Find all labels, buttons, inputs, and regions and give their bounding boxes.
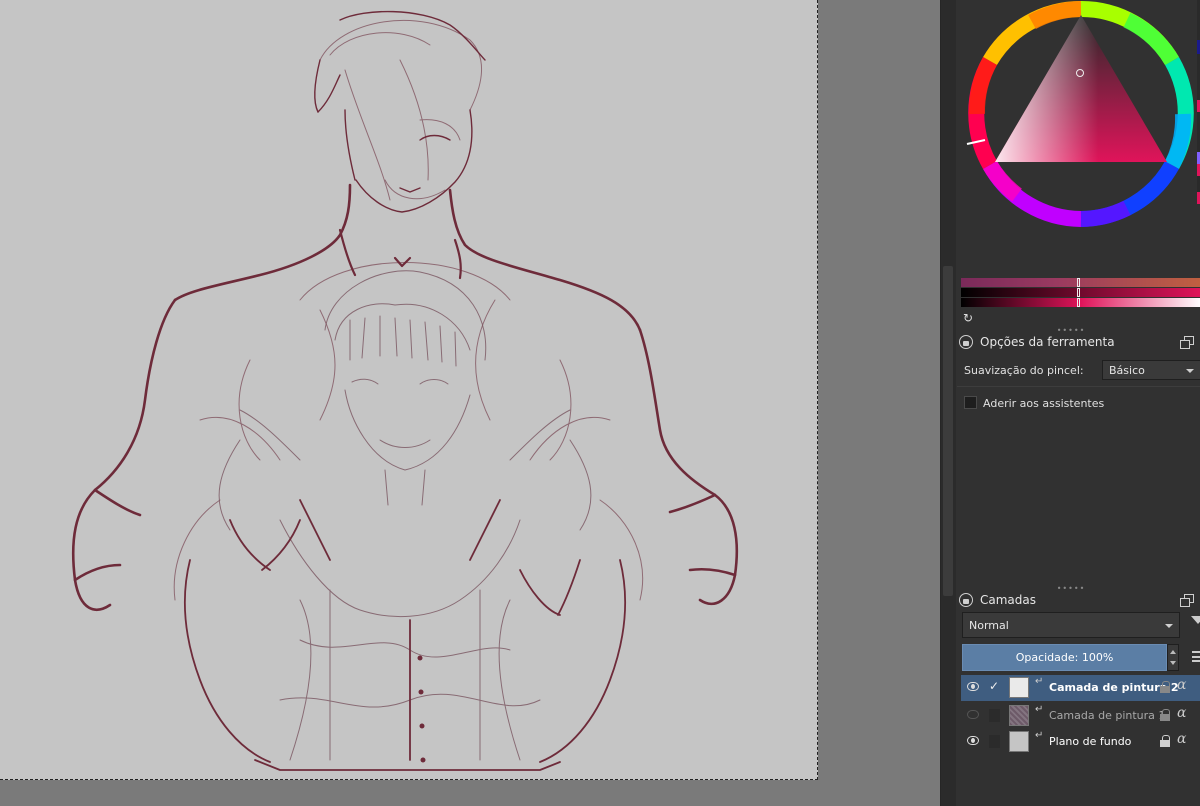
- hue-slider[interactable]: [961, 278, 1200, 287]
- layer-thumbnail: [1009, 731, 1029, 752]
- padlock-icon[interactable]: [1160, 735, 1170, 747]
- opacity-value: 100%: [1081, 651, 1114, 664]
- chevron-down-icon: [1165, 624, 1173, 628]
- eye-icon[interactable]: [967, 682, 979, 691]
- blend-mode-select[interactable]: Normal: [962, 612, 1180, 638]
- inherit-alpha-icon: ↵: [1035, 730, 1044, 741]
- lock-icon[interactable]: [959, 593, 973, 607]
- opacity-spinbox[interactable]: [1167, 644, 1179, 671]
- layers-title: Camadas: [980, 593, 1036, 607]
- inherit-alpha-icon: ↵: [1035, 704, 1044, 715]
- chevron-down-icon: [1186, 369, 1194, 373]
- layer-thumbnail: [1009, 677, 1029, 698]
- layer-row[interactable]: ↵ Plano de fundo α: [961, 729, 1200, 755]
- color-selector-panel: ↻: [957, 0, 1200, 328]
- tool-options-title: Opções da ferramenta: [980, 335, 1115, 349]
- layers-header: Camadas: [959, 591, 1036, 609]
- layer-row[interactable]: ✓ ↵ Camada de pintura 2 α: [961, 675, 1200, 701]
- alpha-icon[interactable]: α: [1177, 677, 1186, 693]
- opacity-slider[interactable]: Opacidade: 100%: [962, 644, 1167, 671]
- check-icon[interactable]: ✓: [989, 679, 1001, 695]
- eye-icon[interactable]: [967, 736, 979, 745]
- menu-icon[interactable]: [1192, 651, 1200, 662]
- color-wheel[interactable]: [957, 0, 1197, 270]
- float-icon[interactable]: [1180, 336, 1194, 349]
- lock-icon[interactable]: [959, 335, 973, 349]
- sketch-artwork: [71, 10, 739, 771]
- layer-row[interactable]: ↵ Camada de pintura 1 α: [961, 703, 1200, 729]
- canvas-area[interactable]: [0, 0, 940, 806]
- alpha-icon[interactable]: α: [1177, 705, 1186, 721]
- layer-thumbnail: [1009, 705, 1029, 726]
- docker-panel: ↻ ••••• Opções da ferramenta Suavização …: [940, 0, 1200, 806]
- brush-smoothing-label: Suavização do pincel:: [964, 364, 1084, 377]
- tool-options-header: Opções da ferramenta: [959, 333, 1115, 351]
- filter-icon[interactable]: [1191, 616, 1200, 624]
- check-icon[interactable]: [989, 735, 1000, 748]
- layer-name: Camada de pintura 1: [1049, 709, 1166, 722]
- canvas-document[interactable]: [0, 0, 818, 780]
- docker-scrollbar[interactable]: [941, 0, 956, 806]
- layer-name: Plano de fundo: [1049, 735, 1132, 748]
- float-icon[interactable]: [1180, 594, 1194, 607]
- divider: [957, 386, 1200, 387]
- reset-icon[interactable]: ↻: [963, 312, 975, 324]
- opacity-label: Opacidade:: [1015, 651, 1079, 664]
- blend-mode-value: Normal: [969, 618, 1009, 632]
- krita-window: ↻ ••••• Opções da ferramenta Suavização …: [0, 0, 1200, 806]
- inherit-alpha-icon: ↵: [1035, 676, 1044, 687]
- snap-assistants-label: Aderir aos assistentes: [983, 397, 1105, 410]
- value-slider[interactable]: [961, 298, 1200, 307]
- padlock-icon[interactable]: [1160, 709, 1170, 721]
- snap-assistants-checkbox[interactable]: [964, 396, 977, 409]
- brush-smoothing-select[interactable]: Básico: [1102, 360, 1200, 380]
- saturation-slider[interactable]: [961, 288, 1200, 297]
- brush-smoothing-value: Básico: [1109, 363, 1145, 377]
- docker-scrollbar-thumb[interactable]: [943, 266, 953, 596]
- padlock-icon[interactable]: [1160, 681, 1170, 693]
- eye-icon[interactable]: [967, 710, 979, 719]
- alpha-icon[interactable]: α: [1177, 731, 1186, 747]
- check-icon[interactable]: [989, 709, 1000, 722]
